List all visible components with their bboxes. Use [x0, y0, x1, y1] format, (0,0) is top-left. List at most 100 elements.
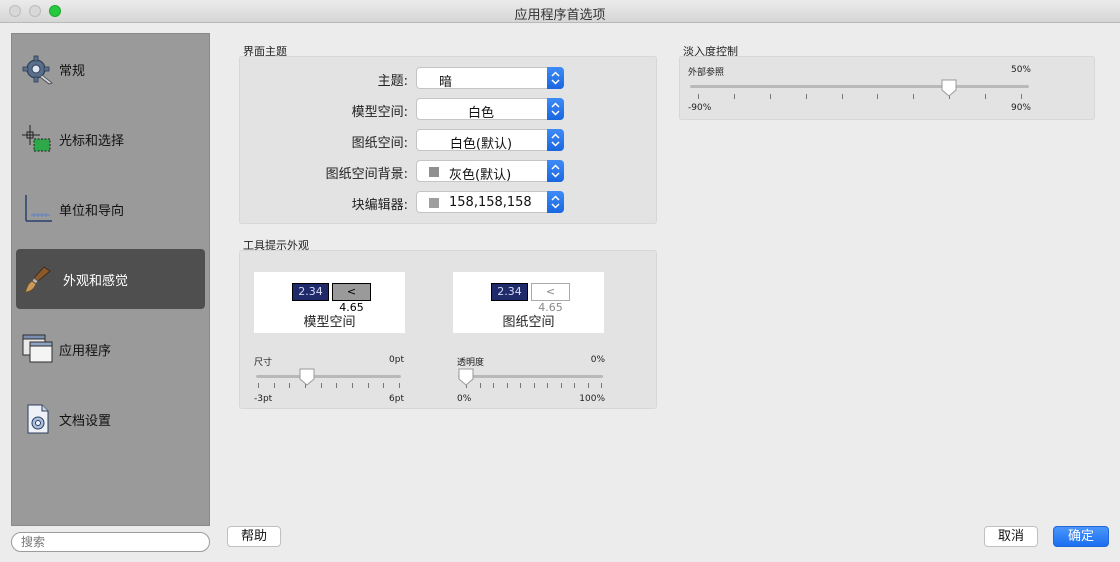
updown-chevron-icon — [547, 98, 564, 120]
transparency-slider-ticks — [466, 383, 602, 389]
slider-tick — [913, 94, 915, 99]
slider-tick — [273, 383, 275, 388]
sidebar-item-application[interactable]: 应用程序 — [12, 319, 209, 379]
slider-tick — [533, 383, 535, 388]
search-input[interactable] — [21, 533, 201, 551]
paper-space-value: 白色(默认) — [449, 137, 513, 152]
color-swatch — [429, 167, 439, 177]
sidebar-item-label: 光标和选择 — [59, 134, 125, 149]
slider-tick — [493, 383, 494, 388]
xref-slider-ticks — [698, 94, 1022, 100]
window-title: 应用程序首选项 — [514, 8, 606, 23]
slider-tick — [367, 383, 369, 388]
gear-wrench-icon — [22, 55, 53, 85]
slider-tick — [587, 383, 589, 388]
fade-group-box — [679, 56, 1095, 120]
slider-tick — [258, 383, 259, 388]
slider-tick — [733, 94, 735, 99]
sidebar-item-units-guides[interactable]: 单位和导向 — [12, 179, 209, 239]
slider-tick — [506, 383, 508, 388]
block-editor-select[interactable]: 158,158,158 — [416, 191, 564, 213]
slider-tick — [1021, 94, 1022, 99]
model-space-value: 白色 — [467, 106, 494, 121]
model-space-tooltip-preview: 2.34 < 4.65 模型空间 — [254, 272, 405, 333]
transparency-slider-thumb[interactable] — [458, 368, 474, 386]
xref-slider-max: 90% — [1010, 103, 1031, 113]
xref-slider-current: 50% — [1010, 65, 1031, 75]
slider-tick — [352, 383, 353, 388]
axes-units-icon — [25, 195, 52, 222]
block-editor-label: 块编辑器: — [351, 198, 408, 213]
size-slider-max: 6pt — [389, 394, 404, 404]
paper-background-value: 灰色(默认) — [449, 168, 512, 183]
model-space-select[interactable]: 白色 — [416, 98, 564, 121]
ok-button[interactable]: 确定 — [1053, 526, 1109, 547]
size-slider-min: -3pt — [254, 394, 273, 404]
paper-space-label: 图纸空间: — [351, 136, 408, 151]
crosshair-selection-icon — [22, 125, 51, 152]
slider-tick — [841, 94, 843, 99]
slider-tick — [769, 94, 771, 99]
slider-tick — [520, 383, 521, 388]
color-swatch — [429, 198, 439, 208]
paper-space-tooltip-preview: 2.34 < 4.65 图纸空间 — [453, 272, 604, 333]
theme-label: 主题: — [377, 74, 408, 89]
preview-label: 图纸空间 — [502, 315, 555, 330]
xref-slider-thumb[interactable] — [941, 79, 957, 97]
slider-tick — [479, 383, 481, 388]
cancel-button[interactable]: 取消 — [984, 526, 1038, 547]
transparency-slider-track[interactable] — [458, 375, 603, 378]
transparency-slider-label: 透明度 — [457, 358, 485, 368]
sidebar-item-cursor-selection[interactable]: 光标和选择 — [12, 109, 209, 169]
size-slider-thumb[interactable] — [299, 368, 315, 386]
block-editor-value: 158,158,158 — [449, 195, 532, 210]
preview-value: 2.34 — [491, 283, 528, 301]
xref-slider-track[interactable] — [690, 85, 1029, 88]
slider-tick — [320, 383, 322, 388]
preview-label: 模型空间 — [303, 315, 356, 330]
slider-tick — [601, 383, 602, 388]
size-slider-current: 0pt — [389, 355, 404, 365]
preview-compare: < 4.65 — [531, 283, 570, 314]
slider-tick — [805, 94, 807, 99]
model-space-label: 模型空间: — [351, 105, 408, 120]
slider-tick — [574, 383, 575, 388]
windows-stack-icon — [22, 334, 53, 363]
xref-slider-min: -90% — [688, 103, 712, 113]
search-field[interactable] — [11, 532, 210, 552]
help-button[interactable]: 帮助 — [227, 526, 281, 547]
slider-tick — [383, 383, 385, 388]
slider-tick — [399, 383, 400, 388]
paper-background-select[interactable]: 灰色(默认) — [416, 160, 564, 183]
document-settings-icon — [27, 404, 49, 434]
slider-tick — [985, 94, 987, 99]
transparency-slider-current: 0% — [590, 355, 605, 365]
transparency-slider-min: 0% — [457, 394, 472, 404]
slider-tick — [336, 383, 338, 388]
updown-chevron-icon — [547, 191, 564, 213]
size-slider-track[interactable] — [256, 375, 401, 378]
title-bar: 应用程序首选项 — [0, 0, 1120, 23]
sidebar: 常规 光标和选择 单位和导向 外观和感觉 应用程序 文档设置 — [11, 33, 210, 526]
brush-icon — [24, 266, 51, 293]
theme-value: 暗 — [439, 75, 453, 90]
transparency-slider-max: 100% — [579, 394, 605, 404]
preview-value: 2.34 — [292, 283, 329, 301]
xref-slider-label: 外部参照 — [688, 68, 725, 78]
paper-space-select[interactable]: 白色(默认) — [416, 129, 564, 152]
sidebar-item-look-and-feel[interactable]: 外观和感觉 — [16, 249, 205, 309]
theme-select[interactable]: 暗 — [416, 67, 564, 90]
sidebar-item-label: 单位和导向 — [59, 204, 125, 219]
slider-tick — [547, 383, 548, 388]
slider-tick — [560, 383, 562, 388]
slider-tick — [289, 383, 291, 388]
sidebar-item-document-settings[interactable]: 文档设置 — [12, 389, 209, 449]
updown-chevron-icon — [547, 67, 564, 89]
size-slider-ticks — [258, 383, 400, 389]
sidebar-item-label: 常规 — [59, 64, 86, 79]
updown-chevron-icon — [547, 160, 564, 182]
updown-chevron-icon — [547, 129, 564, 151]
sidebar-item-general[interactable]: 常规 — [12, 39, 209, 99]
paper-background-label: 图纸空间背景: — [325, 167, 408, 182]
sidebar-item-label: 外观和感觉 — [63, 274, 129, 289]
